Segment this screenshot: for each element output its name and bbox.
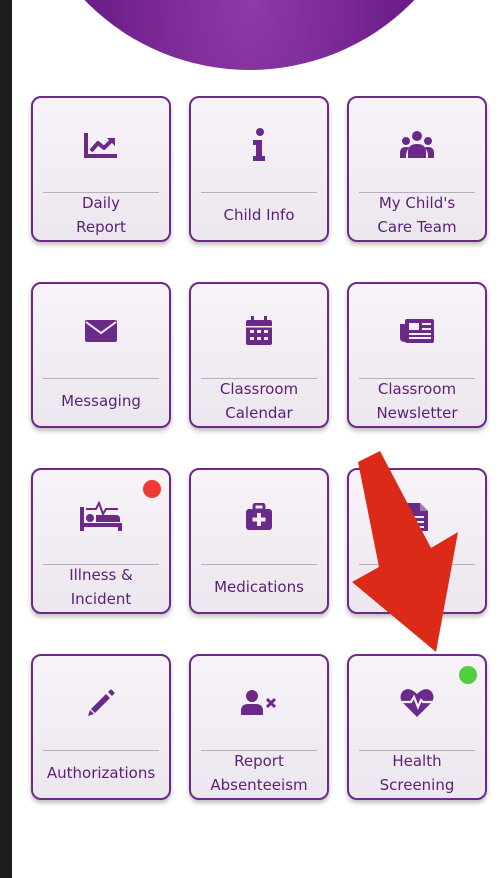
tile-classroom-calendar[interactable]: Classroom Calendar xyxy=(189,282,329,428)
tile-label: Medications xyxy=(214,578,304,596)
tile-label: Daily Report xyxy=(76,194,126,236)
tile-child-info[interactable]: Child Info xyxy=(189,96,329,242)
background-window-edge xyxy=(0,0,12,878)
tile-classroom-newsletter[interactable]: Classroom Newsletter xyxy=(347,282,487,428)
tile-label: Cl ons xyxy=(394,578,440,596)
tile-label: Child Info xyxy=(223,206,295,224)
tile-label: My Child's Care Team xyxy=(377,194,457,236)
tile-label: Classroom Newsletter xyxy=(376,380,458,422)
users-group-icon xyxy=(400,131,434,158)
tile-label: Health Screening xyxy=(379,752,455,794)
bed-pulse-icon xyxy=(80,501,122,531)
heart-pulse-icon xyxy=(400,689,434,717)
header-banner xyxy=(22,0,477,70)
tile-label: Authorizations xyxy=(46,764,156,782)
tile-label: Classroom Calendar xyxy=(219,380,299,422)
tile-report-absenteeism[interactable]: Report Absenteeism xyxy=(189,654,329,800)
pencil-icon xyxy=(88,689,115,716)
tile-messaging[interactable]: Messaging xyxy=(31,282,171,428)
tile-illness-incident[interactable]: Illness & Incident xyxy=(31,468,171,614)
tile-medications[interactable]: Medications xyxy=(189,468,329,614)
tile-care-team[interactable]: My Child's Care Team xyxy=(347,96,487,242)
status-badge xyxy=(459,666,477,684)
tile-label: Report Absenteeism xyxy=(210,752,308,794)
tile-c-ons[interactable]: Cl ons xyxy=(347,468,487,614)
line-chart-icon xyxy=(84,133,117,158)
tile-authorizations[interactable]: Authorizations xyxy=(31,654,171,800)
tile-label: Messaging xyxy=(61,392,141,410)
alert-badge xyxy=(143,480,161,498)
document-icon xyxy=(406,503,428,531)
envelope-icon xyxy=(85,320,117,342)
app-screen: Daily Report Child Info My Child's Care … xyxy=(0,0,499,878)
tile-daily-report[interactable]: Daily Report xyxy=(31,96,171,242)
user-remove-icon xyxy=(241,690,277,715)
tile-label: Illness & Incident xyxy=(69,566,133,608)
info-icon xyxy=(253,128,265,161)
calendar-icon xyxy=(246,316,272,345)
first-aid-kit-icon xyxy=(246,503,272,530)
newspaper-icon xyxy=(400,319,434,343)
tile-health-screening[interactable]: Health Screening xyxy=(347,654,487,800)
